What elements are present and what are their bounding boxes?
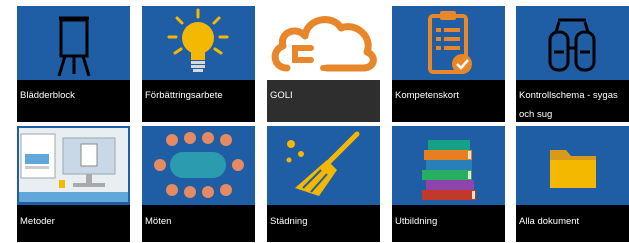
tile-label: Blädderblock bbox=[20, 90, 75, 101]
tile-label: Städning bbox=[270, 216, 308, 227]
books-icon bbox=[392, 126, 505, 205]
folder-icon bbox=[516, 126, 629, 205]
gas-cylinders-icon bbox=[516, 6, 629, 80]
tile-label: Kontrollschema - sygas och sug bbox=[519, 90, 618, 120]
computer-documents-icon bbox=[17, 126, 130, 205]
tile-forbattringsarbete[interactable]: Förbättringsarbete bbox=[142, 6, 255, 122]
tile-metoder[interactable]: Metoder bbox=[17, 126, 130, 242]
broom-icon bbox=[267, 126, 380, 205]
tile-stadning[interactable]: Städning bbox=[267, 126, 380, 242]
tile-goli[interactable]: GOLI bbox=[267, 6, 380, 122]
clipboard-check-icon bbox=[392, 6, 505, 80]
tile-kompetenskort[interactable]: Kompetenskort bbox=[392, 6, 505, 122]
tile-label: Förbättringsarbete bbox=[145, 90, 223, 101]
goli-cloud-logo bbox=[267, 6, 380, 80]
tile-label: Alla dokument bbox=[519, 216, 580, 227]
tile-label: Metoder bbox=[20, 216, 55, 227]
lightbulb-icon bbox=[142, 6, 255, 80]
meeting-table-icon bbox=[142, 126, 255, 205]
tile-label: GOLI bbox=[267, 80, 380, 122]
tile-label: Kompetenskort bbox=[395, 90, 459, 101]
tile-label: Utbildning bbox=[395, 216, 438, 227]
tile-moten[interactable]: Möten bbox=[142, 126, 255, 242]
flipchart-icon bbox=[17, 6, 130, 80]
tile-bladderblock[interactable]: Blädderblock bbox=[17, 6, 130, 122]
tile-kontrollschema[interactable]: Kontrollschema - sygas och sug bbox=[516, 6, 629, 122]
tile-label: Möten bbox=[145, 216, 172, 227]
tile-utbildning[interactable]: Utbildning bbox=[392, 126, 505, 242]
tile-alla-dokument[interactable]: Alla dokument bbox=[516, 126, 629, 242]
